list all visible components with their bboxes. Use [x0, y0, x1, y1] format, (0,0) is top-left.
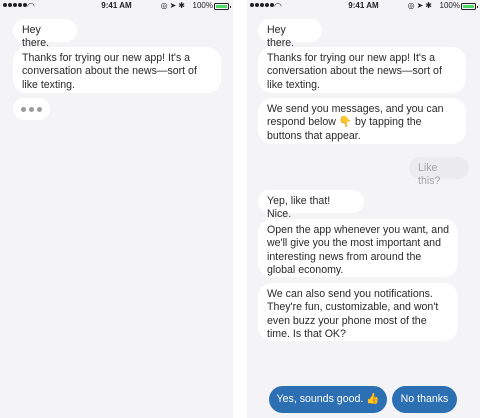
no-thanks-button[interactable]: No thanks [392, 386, 457, 413]
status-icons: ◎➤✱ [161, 1, 187, 11]
status-icons: ◎➤✱ [408, 1, 434, 11]
battery-percent: 100% [439, 1, 460, 10]
bot-message: Thanks for trying our new app! It's a co… [258, 47, 466, 93]
bluetooth-icon: ✱ [425, 1, 434, 10]
user-message: Like this? [409, 157, 469, 187]
status-bar: ◠ 9:41 AM ◎➤✱ 100% [247, 0, 480, 12]
location-icon: ➤ [169, 1, 179, 10]
bot-message: Thanks for trying our new app! It's a co… [13, 47, 221, 93]
bot-message: Hey there. [258, 19, 322, 49]
bot-message: Hey there. [13, 19, 77, 49]
alarm-icon: ◎ [160, 1, 170, 10]
battery-icon [214, 3, 231, 10]
typing-indicator [13, 98, 50, 120]
battery-percent: 100% [192, 1, 213, 10]
bot-message: Open the app whenever you want, and we'l… [258, 219, 458, 277]
bot-message: We send you messages, and you can respon… [258, 98, 466, 144]
bot-message: We can also send you notifications. They… [258, 283, 458, 341]
alarm-icon: ◎ [407, 1, 417, 10]
right-phone-screen: ◠ 9:41 AM ◎➤✱ 100% Hey there. Thanks for… [247, 0, 480, 418]
yes-sounds-good-button[interactable]: Yes, sounds good. 👍 [269, 386, 387, 413]
location-icon: ➤ [416, 1, 426, 10]
left-phone-screen: ◠ 9:41 AM ◎➤✱ 100% Hey there. Thanks for… [0, 0, 233, 418]
status-bar: ◠ 9:41 AM ◎➤✱ 100% [0, 0, 233, 12]
bluetooth-icon: ✱ [178, 1, 187, 10]
battery-icon [461, 3, 478, 10]
bot-message: Yep, like that! Nice. [258, 190, 364, 220]
